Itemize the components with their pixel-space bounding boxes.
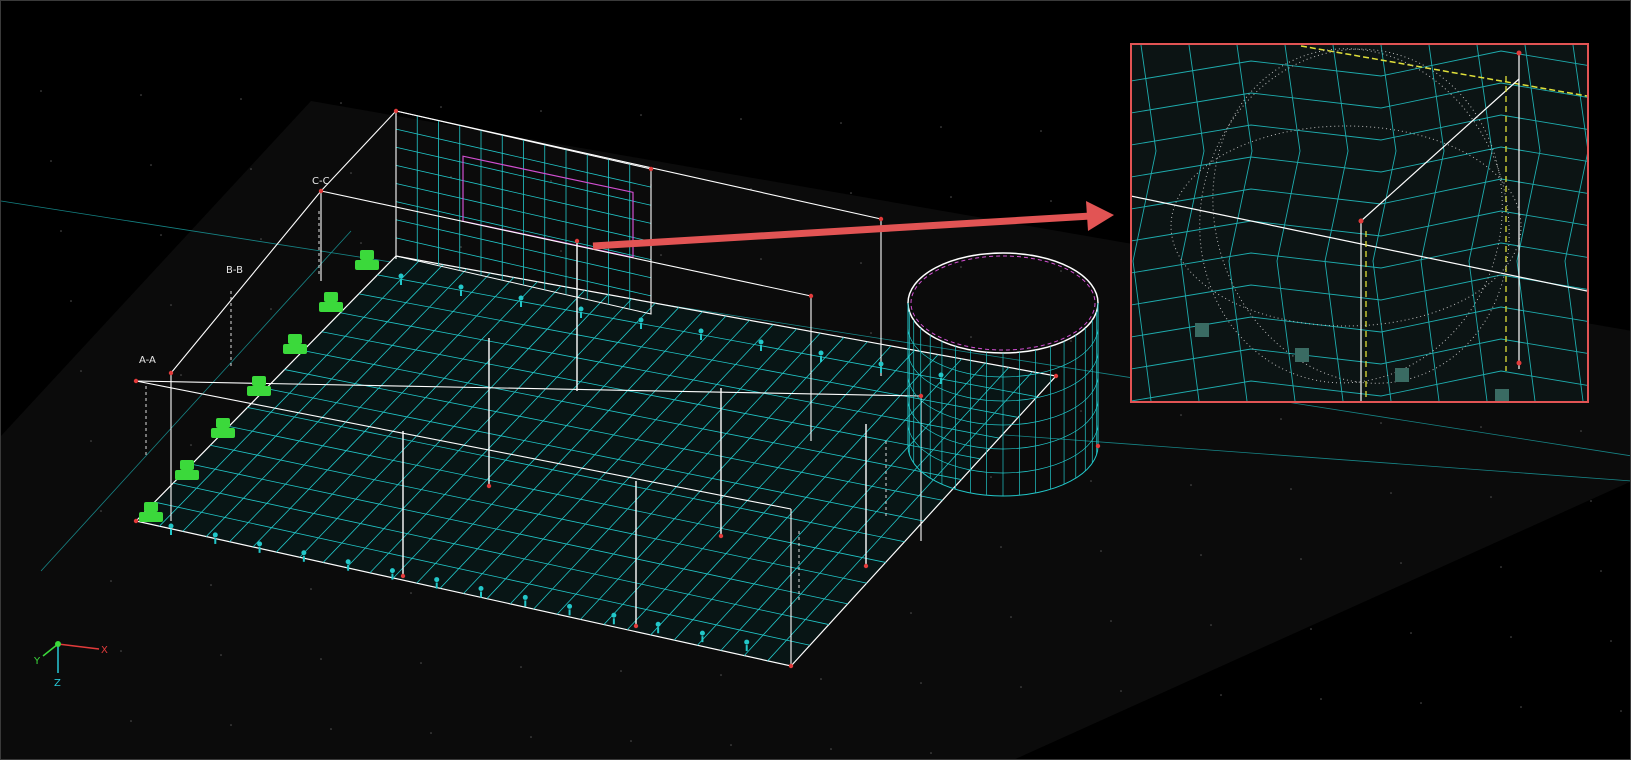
axis-z-label: Z [54,678,61,689]
axis-y-label: Y [33,656,41,667]
section-label-a: A-A [139,355,156,366]
detail-zoom-view[interactable] [1130,7,1591,433]
model-viewport[interactable]: A-A B-B C-C X Y Z [0,0,1631,760]
3d-scene[interactable]: A-A B-B C-C X Y Z [1,1,1631,760]
axis-x-label: X [101,645,108,656]
section-label-c: C-C [312,176,330,187]
section-label-b: B-B [226,265,243,276]
